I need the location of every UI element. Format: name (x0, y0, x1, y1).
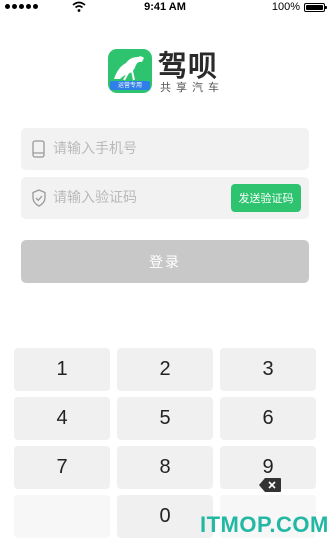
send-code-button[interactable]: 发送验证码 (231, 184, 301, 212)
watermark: ITMOP.COM (200, 512, 329, 537)
key-3[interactable]: 3 (220, 348, 316, 391)
logo-badge: 运营专用 (110, 81, 150, 90)
key-6[interactable]: 6 (220, 397, 316, 440)
phone-input[interactable] (53, 128, 243, 170)
battery-icon (304, 3, 327, 12)
login-button[interactable]: 登录 (21, 240, 309, 283)
key-8[interactable]: 8 (117, 446, 213, 489)
brand-tagline: 共享汽车 (160, 81, 224, 94)
key-5[interactable]: 5 (117, 397, 213, 440)
battery-percent: 100% (271, 1, 300, 13)
key-0[interactable]: 0 (117, 495, 213, 538)
key-4[interactable]: 4 (14, 397, 110, 440)
key-1[interactable]: 1 (14, 348, 110, 391)
backspace-icon[interactable] (259, 478, 281, 492)
phone-field[interactable] (21, 128, 309, 170)
key-blank (14, 495, 110, 538)
key-7[interactable]: 7 (14, 446, 110, 489)
key-2[interactable]: 2 (117, 348, 213, 391)
verification-code-input[interactable] (53, 177, 243, 219)
shield-check-icon (32, 189, 46, 207)
status-bar: 9:41 AM 100% (0, 0, 330, 16)
app-logo: 运营专用 (108, 49, 152, 93)
phone-icon (32, 140, 45, 158)
verification-code-field[interactable]: 发送验证码 (21, 177, 309, 219)
